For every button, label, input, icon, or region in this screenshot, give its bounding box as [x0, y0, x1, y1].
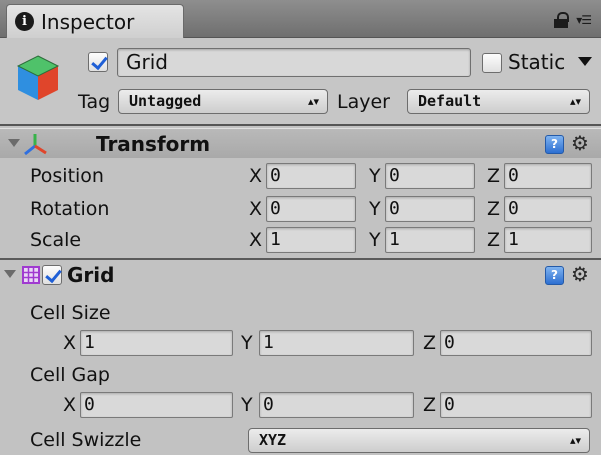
- transform-title: Transform: [96, 132, 211, 156]
- context-menu-icon[interactable]: ▾☰: [576, 13, 592, 27]
- tag-dropdown-value: Untagged: [129, 92, 202, 110]
- cell-size-x-field[interactable]: 1: [80, 330, 233, 356]
- rotation-x-label: X: [249, 198, 263, 220]
- transform-component-header[interactable]: Transform ? ⚙: [0, 128, 601, 158]
- gear-icon[interactable]: ⚙: [571, 262, 589, 286]
- cell-size-x-label: X: [63, 332, 77, 354]
- scale-z-field[interactable]: 1: [504, 227, 592, 253]
- cell-swizzle-dropdown[interactable]: XYZ ▴▾: [248, 428, 590, 453]
- cell-gap-z-label: Z: [423, 394, 437, 416]
- cell-size-label: Cell Size: [30, 302, 111, 324]
- lock-icon[interactable]: [554, 12, 570, 28]
- transform-axes-icon: [24, 134, 47, 156]
- cell-gap-x-label: X: [63, 394, 77, 416]
- rotation-z-label: Z: [487, 198, 501, 220]
- static-dropdown-arrow-icon[interactable]: [578, 57, 592, 66]
- tag-dropdown[interactable]: Untagged ▴▾: [118, 89, 328, 114]
- layer-dropdown-value: Default: [418, 92, 482, 110]
- help-icon[interactable]: ?: [545, 266, 564, 285]
- rotation-y-label: Y: [369, 198, 381, 220]
- scale-y-field[interactable]: 1: [385, 227, 475, 253]
- scale-z-label: Z: [487, 229, 501, 251]
- cell-gap-x-field[interactable]: 0: [80, 392, 233, 418]
- static-label: Static: [508, 50, 566, 74]
- cell-size-z-label: Z: [423, 332, 437, 354]
- scale-x-field[interactable]: 1: [266, 227, 356, 253]
- cell-size-y-label: Y: [241, 332, 253, 354]
- cell-gap-z-field[interactable]: 0: [440, 392, 592, 418]
- dropdown-arrows-icon: ▴▾: [569, 95, 581, 108]
- tab-bar: i Inspector ▾☰: [0, 0, 601, 38]
- rotation-label: Rotation: [30, 198, 110, 220]
- tag-label: Tag: [78, 91, 111, 113]
- rotation-x-field[interactable]: 0: [266, 196, 356, 222]
- position-y-field[interactable]: 0: [385, 163, 475, 189]
- layer-label: Layer: [337, 91, 390, 113]
- cell-size-y-field[interactable]: 1: [259, 330, 414, 356]
- cell-gap-label: Cell Gap: [30, 364, 110, 386]
- scale-label: Scale: [30, 229, 82, 251]
- layer-dropdown[interactable]: Default ▴▾: [407, 89, 590, 114]
- position-z-label: Z: [487, 165, 501, 187]
- tab-bar-controls: ▾☰: [554, 12, 592, 28]
- cell-gap-y-field[interactable]: 0: [259, 392, 414, 418]
- dropdown-arrows-icon: ▴▾: [569, 434, 581, 447]
- scale-x-label: X: [249, 229, 263, 251]
- grid-title: Grid: [67, 263, 115, 287]
- cell-gap-y-label: Y: [241, 394, 253, 416]
- rotation-y-field[interactable]: 0: [385, 196, 475, 222]
- cell-size-z-field[interactable]: 0: [440, 330, 592, 356]
- rotation-z-field[interactable]: 0: [504, 196, 592, 222]
- tab-inspector-label: Inspector: [41, 9, 135, 34]
- gear-icon[interactable]: ⚙: [571, 131, 589, 155]
- help-icon[interactable]: ?: [545, 135, 564, 154]
- inspector-panel: i Inspector ▾☰ Grid Static Tag Untagged …: [0, 0, 601, 455]
- grid-icon: [22, 266, 40, 284]
- info-icon: i: [15, 12, 34, 31]
- position-x-field[interactable]: 0: [266, 163, 356, 189]
- gameobject-cube-icon[interactable]: [14, 52, 62, 104]
- scale-y-label: Y: [369, 229, 381, 251]
- foldout-arrow-icon[interactable]: [4, 270, 16, 278]
- active-checkbox[interactable]: [88, 52, 108, 72]
- grid-enabled-checkbox[interactable]: [42, 265, 62, 285]
- object-header: Grid Static Tag Untagged ▴▾ Layer Defaul…: [0, 38, 601, 126]
- object-name-input[interactable]: Grid: [117, 48, 471, 77]
- grid-component-header[interactable]: Grid ? ⚙: [0, 260, 601, 290]
- position-z-field[interactable]: 0: [504, 163, 592, 189]
- position-x-label: X: [249, 165, 263, 187]
- tab-inspector[interactable]: i Inspector: [6, 4, 184, 38]
- cell-swizzle-label: Cell Swizzle: [30, 429, 142, 451]
- foldout-arrow-icon[interactable]: [8, 139, 20, 147]
- position-y-label: Y: [369, 165, 381, 187]
- static-checkbox[interactable]: [482, 53, 502, 73]
- cell-swizzle-value: XYZ: [259, 431, 287, 449]
- dropdown-arrows-icon: ▴▾: [307, 95, 319, 108]
- position-label: Position: [30, 165, 104, 187]
